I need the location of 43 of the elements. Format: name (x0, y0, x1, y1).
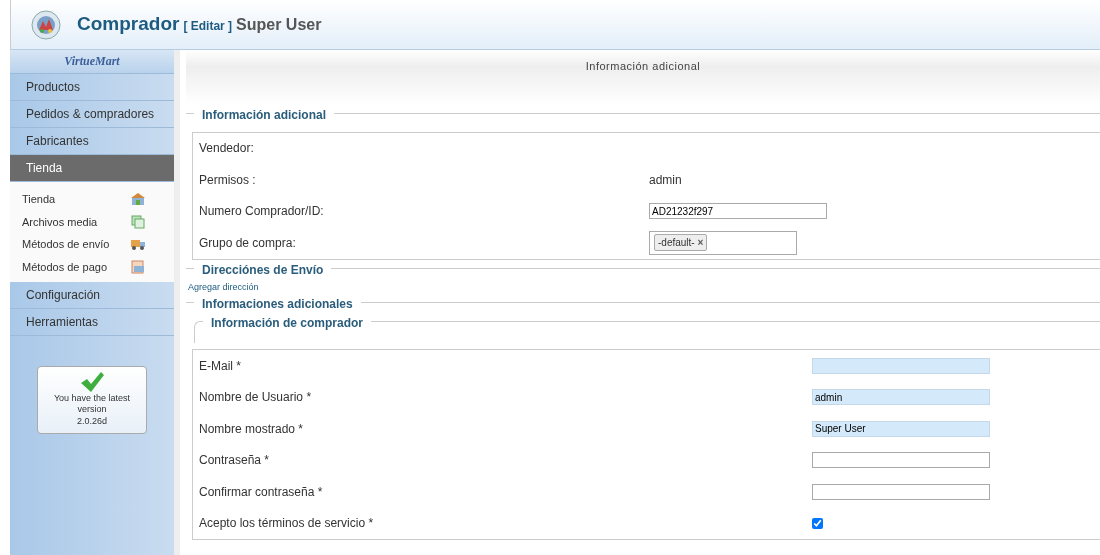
field-label: Nombre mostrado * (199, 420, 305, 438)
input-field[interactable]: admin (812, 389, 990, 406)
menu-item[interactable]: Herramientas (10, 309, 174, 336)
field-label: Numero Comprador/ID: (199, 203, 325, 221)
version-text: 2.0.26d (76, 415, 108, 427)
remove-tag-icon[interactable]: × (697, 237, 704, 249)
menu-item[interactable]: Tienda (10, 155, 174, 182)
store-icon (130, 191, 146, 208)
card-icon (130, 258, 146, 275)
submenu-item[interactable]: Archivos media (22, 213, 98, 230)
input-field[interactable]: Super User (812, 420, 990, 437)
logo-icon (31, 9, 61, 40)
submenu-item[interactable]: Métodos de pago (22, 258, 107, 275)
field-value: admin (649, 171, 682, 189)
add-address-link[interactable]: Agregar dirección (188, 280, 259, 294)
field-label: Contraseña * (199, 452, 271, 470)
version-text: You have the latest (52, 393, 132, 405)
input-field[interactable]: AD21232f297 (649, 203, 827, 220)
field-label: Permisos : (199, 171, 257, 189)
page-title: Comprador (77, 12, 180, 37)
version-text: version (76, 404, 108, 416)
input-field[interactable] (812, 357, 990, 374)
field-label: Vendedor: (199, 140, 255, 158)
field-label: Nombre de Usuario * (199, 389, 313, 407)
checkmark-icon (79, 371, 105, 393)
menu-item[interactable]: Pedidos & compradores (10, 101, 174, 128)
menu-item[interactable]: Configuración (10, 282, 174, 309)
tag: -default- × (654, 234, 708, 252)
edit-link[interactable]: [ Editar ] (183, 17, 233, 36)
page-subtitle: Super User (236, 15, 322, 36)
field-label: Acepto los términos de servicio * (199, 515, 375, 533)
field-label: Grupo de compra: (199, 234, 297, 252)
images-icon (130, 213, 146, 230)
input-field[interactable] (812, 452, 990, 469)
submenu-item[interactable]: Métodos de envío (22, 236, 110, 253)
tag-input-field[interactable]: -default- × (649, 230, 797, 255)
menu-item[interactable]: Productos (10, 74, 174, 101)
checkbox[interactable] (812, 517, 823, 529)
logo-text: VirtueMart (64, 54, 120, 69)
submenu-item[interactable]: Tienda (22, 191, 56, 208)
field-label: Confirmar contraseña * (199, 483, 324, 501)
field-label: E-Mail * (199, 357, 242, 375)
input-field[interactable] (812, 483, 990, 500)
